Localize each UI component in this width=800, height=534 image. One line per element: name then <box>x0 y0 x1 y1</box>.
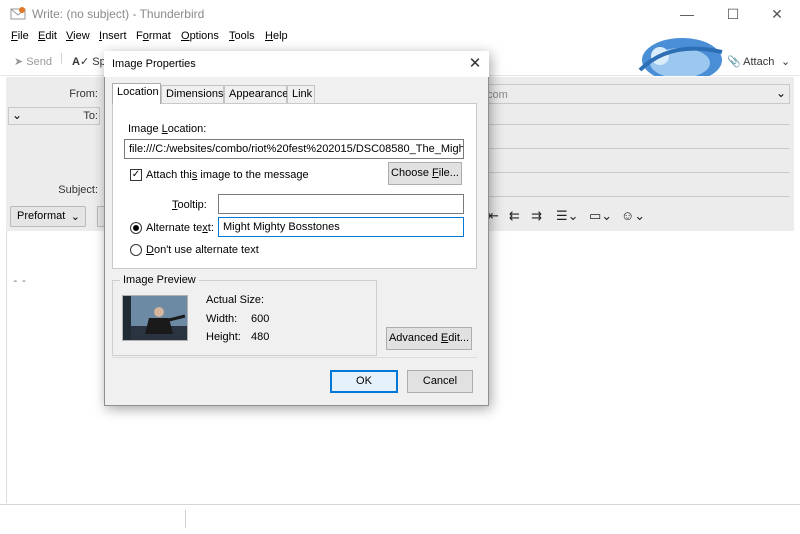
menu-tools[interactable]: Tools <box>229 30 255 42</box>
to-field-2[interactable] <box>488 148 790 149</box>
attach-label: Attach <box>743 56 775 68</box>
tab-dimensions[interactable]: Dimensions <box>161 85 224 103</box>
tooltip-input[interactable] <box>218 194 464 214</box>
tab-link[interactable]: Link <box>287 85 315 103</box>
subject-field[interactable] <box>488 196 790 197</box>
width-value: 600 <box>251 313 270 325</box>
menu-insert[interactable]: Insert <box>99 30 127 42</box>
insert-image-icon[interactable]: ▭⌄ <box>589 208 612 224</box>
attach-image-checkbox[interactable]: ✓ <box>130 169 142 181</box>
dialog-close-icon[interactable]: ✕ <box>464 53 486 75</box>
preview-photo-icon <box>123 296 187 340</box>
image-preview-thumbnail <box>122 295 188 341</box>
from-value: com <box>487 89 508 101</box>
menu-format[interactable]: Format <box>136 30 171 42</box>
no-alternate-text-label: Don't use alternate text <box>146 244 259 256</box>
tab-location[interactable]: Location <box>112 83 161 104</box>
toolbar-separator: | <box>60 52 63 64</box>
width-label: Width: <box>206 313 238 325</box>
maximize-button[interactable]: ☐ <box>710 0 756 28</box>
to-field-3[interactable] <box>488 172 790 173</box>
image-preview-title: Image Preview <box>120 274 199 286</box>
spelling-icon: A✓ <box>72 56 90 68</box>
outdent-icon[interactable]: ⇤ <box>488 208 499 224</box>
status-panel <box>185 510 780 528</box>
recipient-chevron-down-icon: ⌄ <box>12 108 23 122</box>
ok-button[interactable]: OK <box>330 370 398 393</box>
menu-view[interactable]: View <box>66 30 90 42</box>
send-label: Send <box>26 56 52 68</box>
menu-file[interactable]: File <box>11 30 29 42</box>
from-select[interactable] <box>484 84 790 104</box>
height-value: 480 <box>251 331 270 343</box>
decrease-indent-icon[interactable]: ⇇ <box>509 208 520 224</box>
dialog-separator <box>112 357 477 358</box>
image-location-input[interactable]: file:///C:/websites/combo/riot%20fest%20… <box>124 139 464 159</box>
send-button[interactable]: ➤ Send <box>14 55 52 68</box>
tooltip-label: Tooltip: <box>172 199 207 211</box>
from-label: From: <box>69 88 98 100</box>
from-chevron-down-icon: ⌄ <box>776 86 787 100</box>
actual-size-label: Actual Size: <box>206 294 265 306</box>
compose-envelope-icon <box>10 7 26 20</box>
close-window-button[interactable]: ✕ <box>754 0 800 28</box>
send-icon: ➤ <box>14 56 24 68</box>
subject-label: Subject: <box>58 184 98 196</box>
to-label: To: <box>83 110 98 122</box>
alternate-text-label: Alternate text: <box>146 222 214 234</box>
signature-separator: -- <box>12 274 30 287</box>
to-field[interactable] <box>488 124 790 125</box>
paragraph-format-value: Preformat <box>17 210 66 222</box>
tab-appearance[interactable]: Appearance <box>224 85 288 103</box>
thunderbird-logo-icon <box>638 38 723 76</box>
choose-file-button[interactable]: Choose File... <box>388 162 462 185</box>
image-location-label: Image Location: <box>128 123 207 135</box>
paragraph-format-select[interactable]: Preformat ⌄ <box>10 206 86 227</box>
attach-dropdown-chevron-icon[interactable]: ⌄ <box>781 55 790 68</box>
height-label: Height: <box>206 331 241 343</box>
dialog-title: Image Properties <box>112 58 196 70</box>
attach-button[interactable]: 📎 Attach <box>727 55 774 68</box>
increase-indent-icon[interactable]: ⇉ <box>531 208 542 224</box>
minimize-button[interactable]: — <box>664 0 710 28</box>
menu-edit[interactable]: Edit <box>38 30 57 42</box>
emoji-icon[interactable]: ☺⌄ <box>621 208 645 224</box>
window-title: Write: (no subject) - Thunderbird <box>32 7 205 21</box>
menu-help[interactable]: Help <box>265 30 288 42</box>
attach-image-label: Attach this image to the message <box>146 169 309 181</box>
cancel-button[interactable]: Cancel <box>407 370 473 393</box>
alternate-text-radio[interactable] <box>130 222 142 234</box>
alternate-text-input[interactable]: Might Mighty Bosstones <box>218 217 464 237</box>
paperclip-icon: 📎 <box>727 56 741 68</box>
align-icon[interactable]: ☰⌄ <box>556 208 579 224</box>
no-alternate-text-radio[interactable] <box>130 244 142 256</box>
format-chevron-down-icon: ⌄ <box>70 211 80 223</box>
advanced-edit-button[interactable]: Advanced Edit... <box>386 327 472 350</box>
menu-options[interactable]: Options <box>181 30 219 42</box>
